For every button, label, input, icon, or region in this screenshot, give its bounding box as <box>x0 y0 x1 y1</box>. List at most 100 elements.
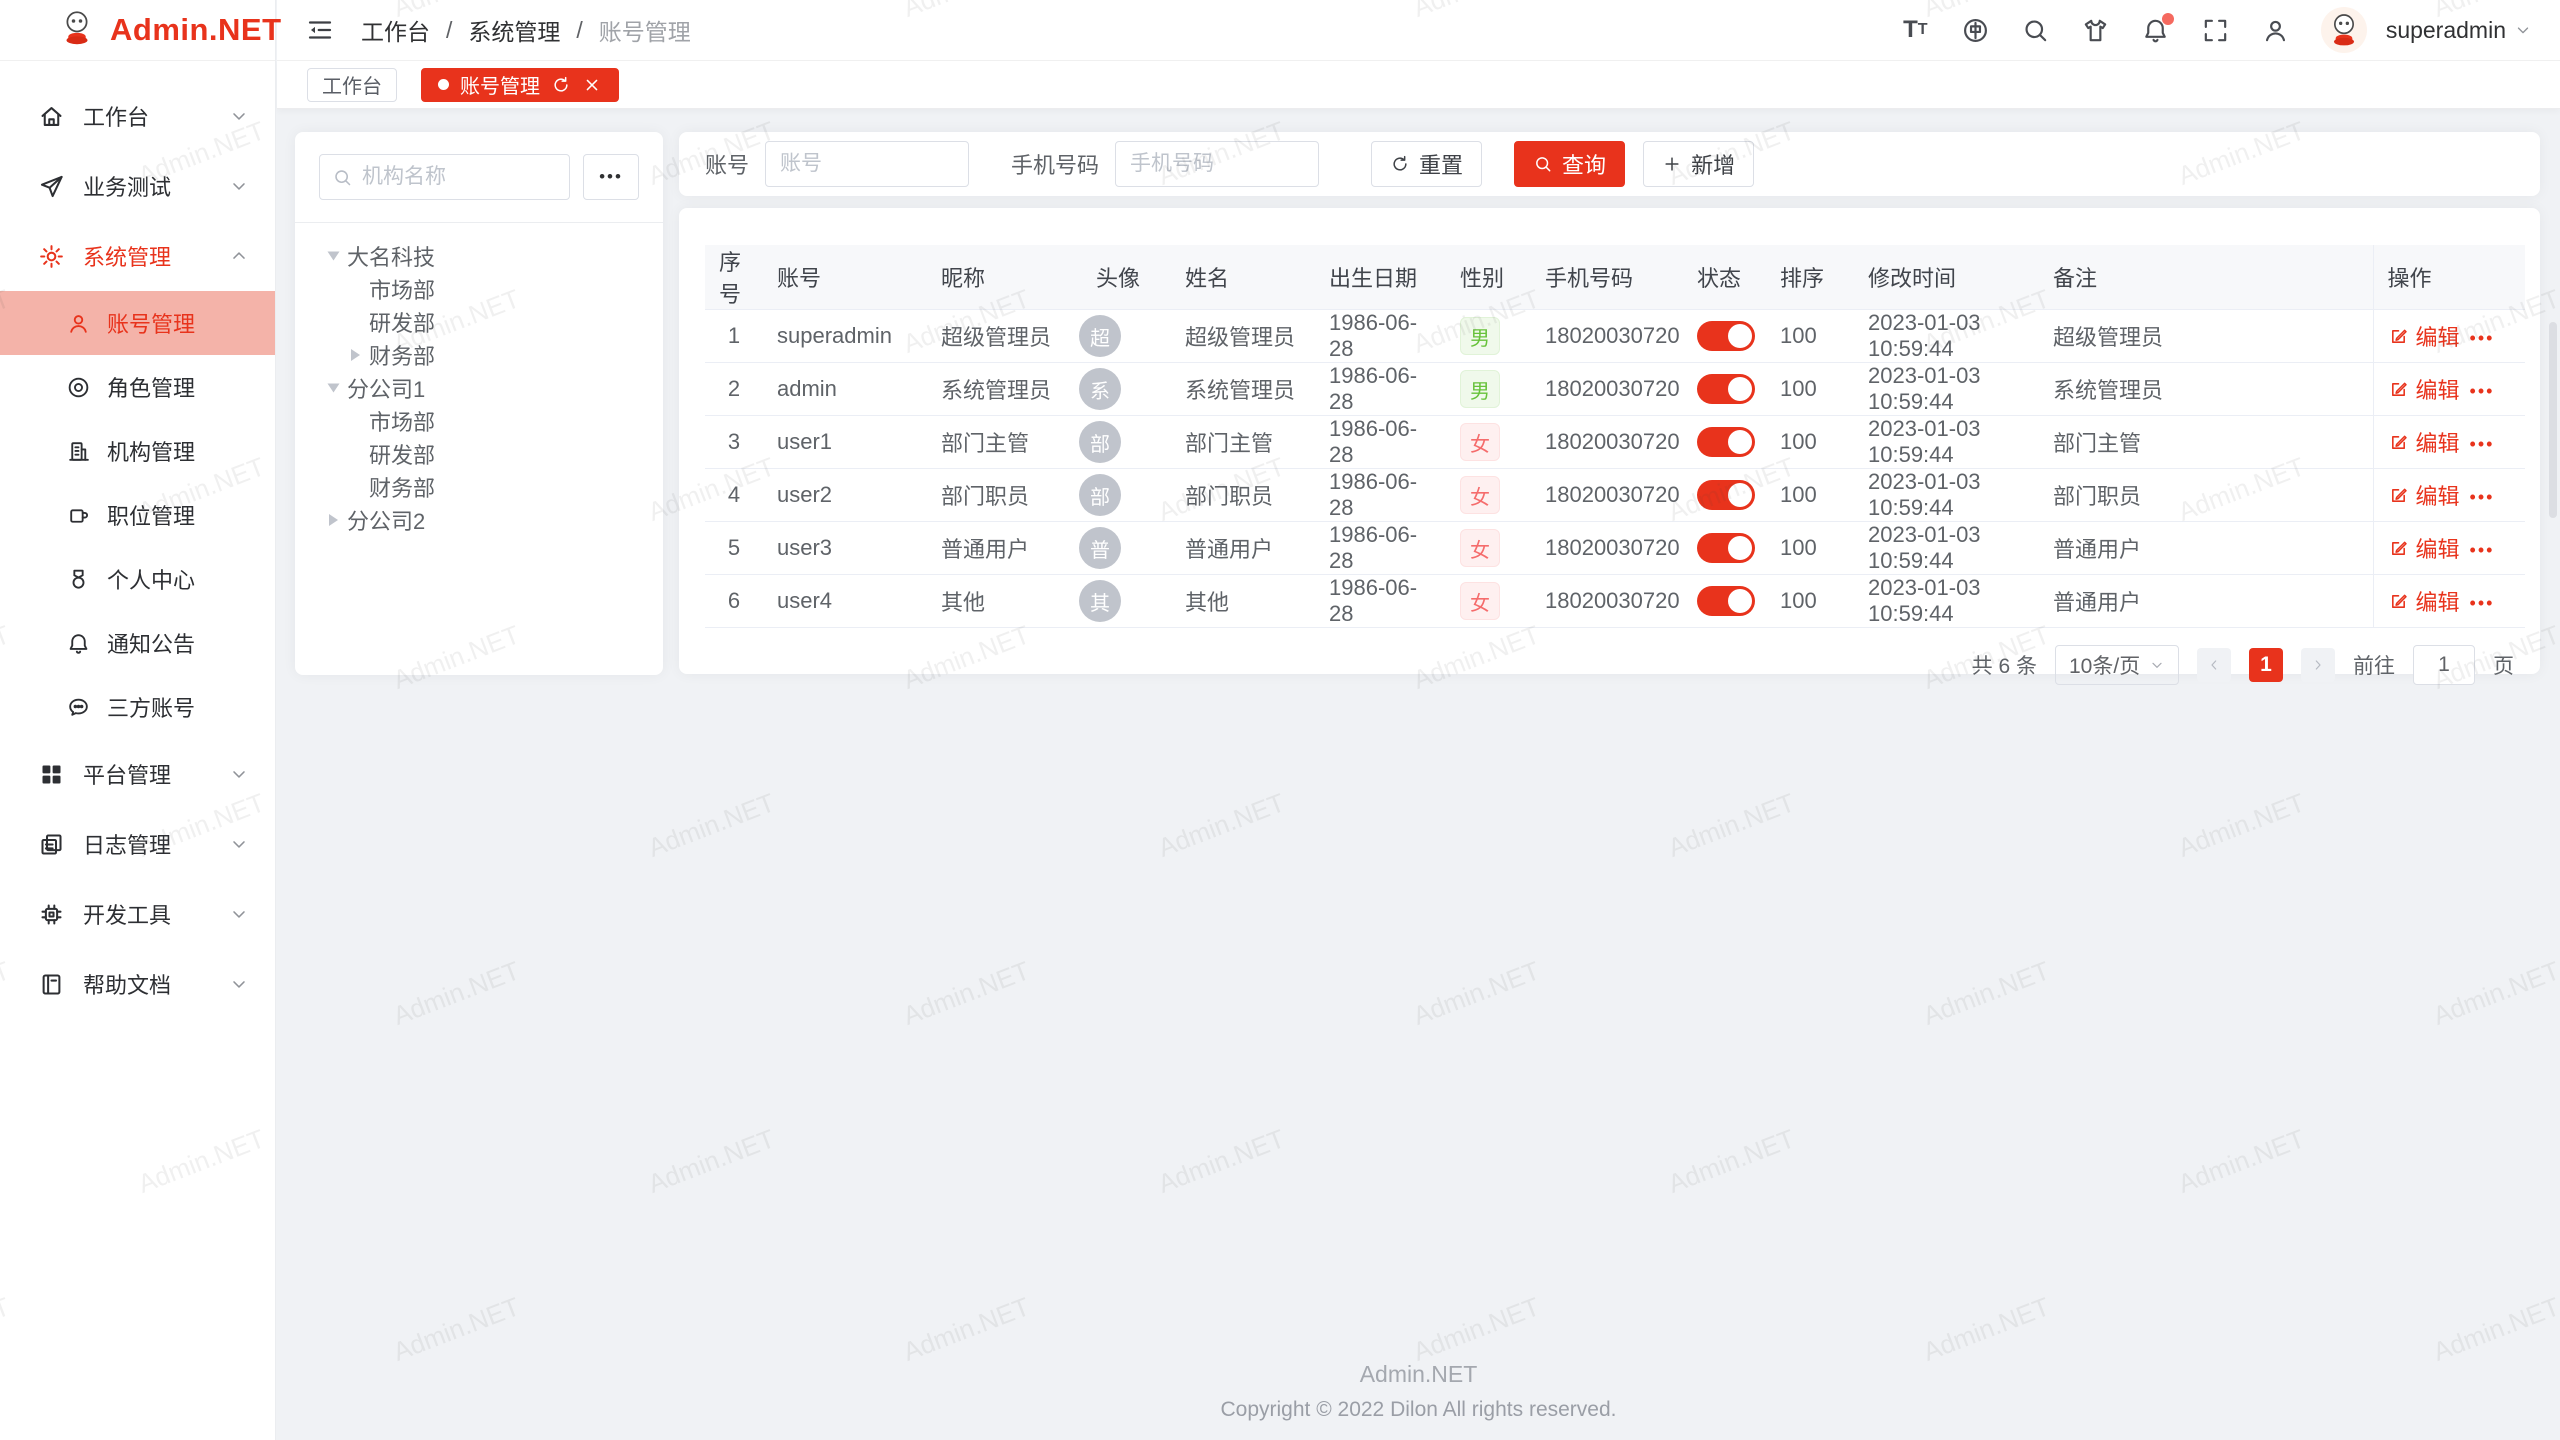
cell-no: 1 <box>705 310 763 363</box>
theme-shirt-icon[interactable] <box>2081 16 2110 45</box>
caret-right-icon[interactable] <box>329 514 338 526</box>
close-icon[interactable] <box>582 75 602 95</box>
status-toggle[interactable] <box>1697 586 1755 616</box>
status-toggle[interactable] <box>1697 321 1755 351</box>
sidebar-item-profile-center[interactable]: 个人中心 <box>0 547 275 611</box>
more-actions-button[interactable]: ••• <box>2470 484 2495 506</box>
status-toggle[interactable] <box>1697 427 1755 457</box>
cell-status <box>1683 469 1766 522</box>
sidebar-item-account-management[interactable]: 账号管理 <box>0 291 275 355</box>
fullscreen-icon[interactable] <box>2201 16 2230 45</box>
sidebar-item-platform-management[interactable]: 平台管理 <box>0 739 275 809</box>
search-button[interactable]: 查询 <box>1514 141 1625 187</box>
more-actions-button[interactable]: ••• <box>2470 325 2495 347</box>
org-tree-panel: ••• 大名科技 市场部 研发部 财务部 分公司1 市场部 研发部 财务部 分公… <box>295 132 663 675</box>
prev-page-button[interactable] <box>2197 648 2231 682</box>
goto-label: 前往 <box>2353 650 2395 680</box>
tree-node[interactable]: 市场部 <box>295 272 663 305</box>
tree-node[interactable]: 财务部 <box>295 470 663 503</box>
sidebar-item-help-docs[interactable]: 帮助文档 <box>0 949 275 1019</box>
cell-order: 100 <box>1766 469 1854 522</box>
chat-bubble-icon <box>66 695 91 720</box>
scrollbar-thumb[interactable] <box>2549 322 2557 518</box>
tree-node[interactable]: 分公司1 <box>295 371 663 404</box>
avatar: 部 <box>1079 474 1121 516</box>
sidebar-item-label: 帮助文档 <box>83 968 171 1000</box>
more-actions-button[interactable]: ••• <box>2470 431 2495 453</box>
sidebar-item-system-management[interactable]: 系统管理 <box>0 221 275 291</box>
page-1-button[interactable]: 1 <box>2249 648 2283 682</box>
phone-input[interactable] <box>1115 141 1319 187</box>
sidebar-item-workbench[interactable]: 工作台 <box>0 81 275 151</box>
caret-down-icon[interactable] <box>328 251 340 260</box>
more-actions-button[interactable]: ••• <box>2470 537 2495 559</box>
tree-node[interactable]: 研发部 <box>295 437 663 470</box>
org-search-box[interactable] <box>319 154 570 200</box>
status-toggle[interactable] <box>1697 533 1755 563</box>
more-actions-button[interactable]: ••• <box>2470 590 2495 612</box>
sidebar-item-thirdparty-account[interactable]: 三方账号 <box>0 675 275 739</box>
edit-button[interactable]: 编辑 <box>2388 373 2460 405</box>
sidebar-item-role-management[interactable]: 角色管理 <box>0 355 275 419</box>
logo[interactable]: Admin.NET <box>0 0 275 61</box>
sidebar-item-label: 业务测试 <box>83 170 171 202</box>
user-menu[interactable]: superadmin <box>2386 17 2532 44</box>
avatar[interactable] <box>2321 7 2367 53</box>
sidebar-item-business-test[interactable]: 业务测试 <box>0 151 275 221</box>
notification-bell-icon[interactable] <box>2141 16 2170 45</box>
sidebar-item-notice[interactable]: 通知公告 <box>0 611 275 675</box>
account-input[interactable] <box>765 141 969 187</box>
edit-button[interactable]: 编辑 <box>2388 426 2460 458</box>
user-icon[interactable] <box>2261 16 2290 45</box>
sidebar-item-org-management[interactable]: 机构管理 <box>0 419 275 483</box>
chevron-down-icon <box>2514 21 2532 39</box>
status-toggle[interactable] <box>1697 374 1755 404</box>
refresh-icon[interactable] <box>551 75 571 95</box>
book-icon <box>38 971 65 998</box>
caret-down-icon[interactable] <box>328 383 340 392</box>
tree-node[interactable]: 财务部 <box>295 338 663 371</box>
page-size-select[interactable]: 10条/页 <box>2055 645 2179 685</box>
cell-account: admin <box>763 363 927 416</box>
tree-node[interactable]: 大名科技 <box>295 239 663 272</box>
cell-order: 100 <box>1766 416 1854 469</box>
col-actions: 操作 <box>2373 245 2525 310</box>
col-birthdate: 出生日期 <box>1315 245 1446 310</box>
breadcrumb-system-management[interactable]: 系统管理 <box>468 13 560 47</box>
col-status: 状态 <box>1683 245 1766 310</box>
search-icon[interactable] <box>2021 16 2050 45</box>
status-toggle[interactable] <box>1697 480 1755 510</box>
sidebar-item-label: 个人中心 <box>107 563 195 595</box>
next-page-button[interactable] <box>2301 648 2335 682</box>
tree-node[interactable]: 市场部 <box>295 404 663 437</box>
cell-modified-time: 2023-01-03 10:59:44 <box>1854 416 2039 469</box>
cell-phone: 18020030720 <box>1531 522 1683 575</box>
tab-account-management[interactable]: 账号管理 <box>421 68 619 102</box>
tree-node[interactable]: 分公司2 <box>295 503 663 536</box>
edit-button[interactable]: 编辑 <box>2388 320 2460 352</box>
table-header-row: 序号 账号 昵称 头像 姓名 出生日期 性别 手机号码 状态 排序 修改时间 备… <box>705 245 2525 310</box>
sidebar-item-dev-tools[interactable]: 开发工具 <box>0 879 275 949</box>
sidebar-item-log-management[interactable]: 日志管理 <box>0 809 275 879</box>
cell-avatar: 超 <box>1065 310 1171 363</box>
sidebar-item-position-management[interactable]: 职位管理 <box>0 483 275 547</box>
goto-page-input[interactable] <box>2413 645 2475 685</box>
tab-workbench[interactable]: 工作台 <box>307 68 397 102</box>
add-button[interactable]: 新增 <box>1643 141 1754 187</box>
tree-node[interactable]: 研发部 <box>295 305 663 338</box>
cell-nickname: 其他 <box>927 575 1065 628</box>
language-icon[interactable] <box>1961 16 1990 45</box>
font-size-icon[interactable]: TT <box>1901 16 1930 45</box>
caret-placeholder <box>351 448 360 460</box>
breadcrumb-workbench[interactable]: 工作台 <box>361 13 430 47</box>
menu-fold-icon[interactable] <box>305 15 335 45</box>
edit-button[interactable]: 编辑 <box>2388 479 2460 511</box>
org-search-input[interactable] <box>362 165 557 189</box>
more-actions-button[interactable]: ••• <box>2470 378 2495 400</box>
reset-button[interactable]: 重置 <box>1371 141 1482 187</box>
org-more-button[interactable]: ••• <box>583 154 639 200</box>
active-dot-icon <box>438 79 449 90</box>
caret-right-icon[interactable] <box>351 349 360 361</box>
edit-button[interactable]: 编辑 <box>2388 585 2460 617</box>
edit-button[interactable]: 编辑 <box>2388 532 2460 564</box>
